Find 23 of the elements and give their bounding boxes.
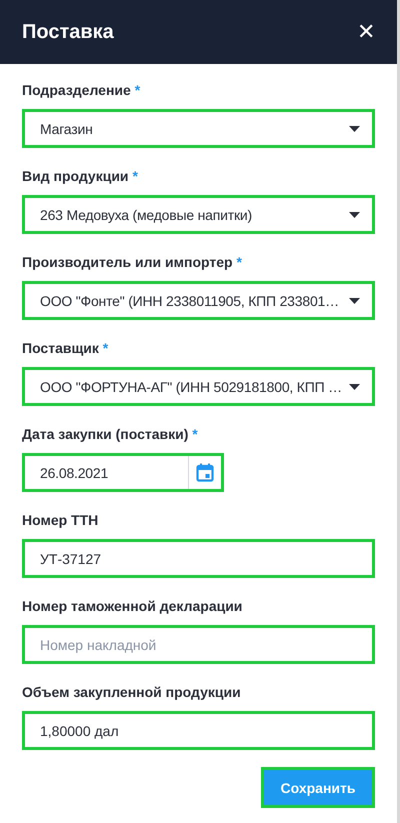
field-label: Производитель или импортер *	[22, 254, 243, 270]
field-label: Подразделение *	[22, 82, 142, 98]
dialog-title: Поставка	[22, 20, 114, 44]
select-field[interactable]: ООО "ФОРТУНА-АГ" (ИНН 5029181800, КПП …	[22, 367, 375, 406]
select-field[interactable]: 263 Медовуха (медовые напитки)	[22, 195, 375, 234]
input-field[interactable]: 1,80000 дал	[22, 711, 375, 750]
close-button[interactable]: ✕	[357, 19, 375, 45]
field-label: Номер ТТН	[22, 512, 100, 528]
calendar-icon[interactable]	[196, 463, 214, 482]
field-label: Поставщик *	[22, 340, 110, 356]
caret-icon	[349, 298, 360, 304]
field-label: Вид продукции *	[22, 168, 139, 184]
input-field[interactable]: Номер накладной	[22, 625, 375, 664]
caret-icon	[349, 384, 360, 390]
select-field[interactable]: Магазин	[22, 109, 375, 148]
input-field[interactable]: УТ-37127	[22, 539, 375, 578]
caret-icon	[349, 212, 360, 218]
select-field[interactable]: ООО "Фонте" (ИНН 2338011905, КПП 233801…	[22, 281, 375, 320]
field-label: Номер таможенной декларации	[22, 598, 244, 614]
date-field[interactable]: 26.08.2021	[22, 453, 224, 492]
caret-icon	[349, 126, 360, 132]
field-label: Объем закупленной продукции	[22, 684, 242, 700]
field-label: Дата закупки (поставки) *	[22, 426, 199, 442]
